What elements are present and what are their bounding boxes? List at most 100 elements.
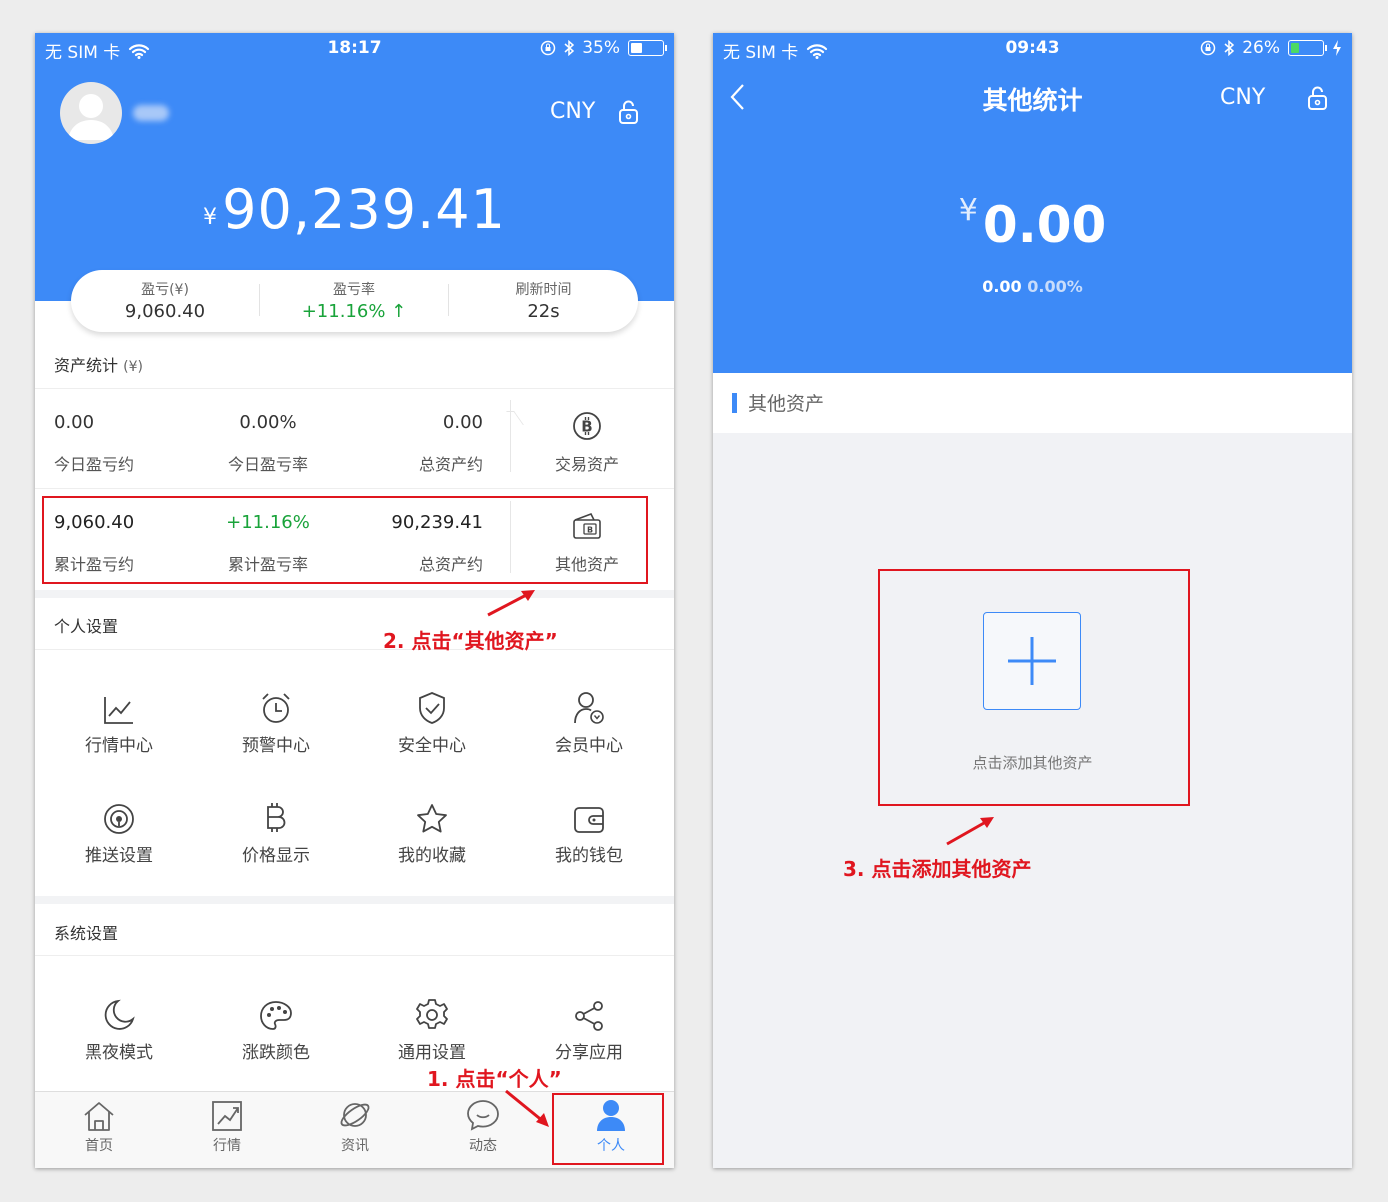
change-row: 0.00 0.00% bbox=[713, 277, 1352, 296]
security-center-button[interactable]: 安全中心 bbox=[372, 683, 492, 756]
grid-label: 会员中心 bbox=[555, 736, 623, 756]
grid-label: 我的钱包 bbox=[555, 846, 623, 866]
push-settings-button[interactable]: 推送设置 bbox=[59, 793, 179, 866]
today-pnl-value: 0.00 bbox=[54, 412, 95, 433]
annotation-step-2: 2. 点击“其他资产” bbox=[383, 629, 558, 653]
grid-label: 预警中心 bbox=[242, 736, 310, 756]
divider bbox=[35, 388, 674, 389]
unit-text: (¥) bbox=[123, 359, 143, 375]
chart-icon bbox=[163, 1092, 291, 1132]
avatar[interactable] bbox=[60, 82, 122, 144]
summary-refresh: 刷新时间 22s bbox=[449, 279, 638, 322]
status-bar: 无 SIM 卡 09:43 26% bbox=[713, 33, 1352, 65]
total-asset-value: 0.00 bbox=[442, 412, 483, 433]
total-assets: ¥ 90,239.41 bbox=[35, 178, 674, 241]
grid-label: 价格显示 bbox=[242, 846, 310, 866]
summary-rate: 盈亏率 +11.16% ↑ bbox=[260, 279, 448, 322]
currency-symbol: ¥ bbox=[203, 205, 218, 230]
status-bar: 无 SIM 卡 18:17 35% bbox=[35, 33, 674, 65]
arrow-up-icon: ↑ bbox=[391, 301, 407, 322]
alert-center-button[interactable]: 预警中心 bbox=[216, 683, 336, 756]
total-amount: 0.00 bbox=[982, 196, 1107, 254]
trade-assets-label: 交易资产 bbox=[554, 455, 619, 474]
moon-icon bbox=[59, 990, 179, 1032]
summary-pnl: 盈亏(¥) 9,060.40 bbox=[71, 279, 259, 322]
bitcoin-icon bbox=[216, 793, 336, 835]
price-display-button[interactable]: 价格显示 bbox=[216, 793, 336, 866]
tab-label: 资讯 bbox=[341, 1138, 369, 1154]
unlock-icon[interactable] bbox=[618, 99, 640, 125]
night-mode-button[interactable]: 黑夜模式 bbox=[59, 990, 179, 1063]
today-rate-value: 0.00% bbox=[239, 412, 297, 433]
member-center-button[interactable]: 会员中心 bbox=[529, 683, 649, 756]
highlight-add-asset bbox=[878, 569, 1190, 806]
tab-market[interactable]: 行情 bbox=[163, 1092, 291, 1155]
star-icon bbox=[372, 793, 492, 835]
annotation-step-3: 3. 点击添加其他资产 bbox=[843, 857, 1032, 881]
planet-icon bbox=[291, 1092, 419, 1132]
charging-icon bbox=[1332, 40, 1342, 56]
divider bbox=[35, 955, 674, 956]
profile-header bbox=[35, 33, 674, 301]
summary-label: 刷新时间 bbox=[515, 282, 572, 298]
home-icon bbox=[35, 1092, 163, 1132]
market-center-button[interactable]: 行情中心 bbox=[59, 683, 179, 756]
total-assets: ¥ 0.00 bbox=[713, 193, 1352, 254]
highlight-other-assets bbox=[42, 496, 648, 584]
tab-home[interactable]: 首页 bbox=[35, 1092, 163, 1155]
username-blurred bbox=[133, 105, 169, 121]
annotation-arrow-1 bbox=[503, 1088, 553, 1134]
broadcast-icon bbox=[59, 793, 179, 835]
summary-value: 9,060.40 bbox=[124, 301, 206, 322]
grid-label: 通用设置 bbox=[398, 1043, 466, 1063]
phone-left-screen: 无 SIM 卡 18:17 35% CNY ¥ 90,239.41 盈亏(¥) … bbox=[35, 33, 674, 1168]
member-user-icon bbox=[529, 683, 649, 725]
currency-selector[interactable]: CNY bbox=[550, 99, 595, 124]
battery-icon bbox=[628, 40, 667, 56]
tab-label: 动态 bbox=[469, 1138, 497, 1154]
tab-label: 行情 bbox=[213, 1138, 241, 1154]
battery-icon bbox=[1288, 40, 1327, 56]
highlight-personal-tab bbox=[552, 1093, 664, 1165]
section-gap bbox=[35, 590, 674, 598]
palette-icon bbox=[216, 990, 336, 1032]
currency-symbol: ¥ bbox=[958, 193, 978, 228]
favorites-button[interactable]: 我的收藏 bbox=[372, 793, 492, 866]
today-rate-label: 今日盈亏率 bbox=[227, 455, 308, 474]
accent-bar bbox=[732, 393, 737, 413]
gear-icon bbox=[372, 990, 492, 1032]
currency-selector[interactable]: CNY bbox=[1220, 85, 1265, 110]
annotation-arrow-2 bbox=[486, 588, 538, 622]
change-value: 0.00 bbox=[982, 277, 1022, 296]
unlock-icon[interactable] bbox=[1307, 85, 1329, 111]
color-scheme-button[interactable]: 涨跌颜色 bbox=[216, 990, 336, 1063]
total-asset-label: 总资产约 bbox=[418, 455, 483, 474]
orientation-lock-icon bbox=[540, 40, 556, 56]
summary-label: 盈亏(¥) bbox=[141, 282, 189, 298]
svg-text:B: B bbox=[581, 418, 592, 436]
section-title: 其他资产 bbox=[748, 393, 825, 415]
bitcoin-circle-icon: B bbox=[527, 411, 647, 445]
grid-label: 行情中心 bbox=[85, 736, 153, 756]
general-settings-button[interactable]: 通用设置 bbox=[372, 990, 492, 1063]
divider bbox=[35, 488, 674, 489]
personal-settings-title: 个人设置 bbox=[54, 617, 119, 636]
tab-news[interactable]: 资讯 bbox=[291, 1092, 419, 1155]
battery-percent: 26% bbox=[1242, 38, 1280, 58]
share-app-button[interactable]: 分享应用 bbox=[529, 990, 649, 1063]
total-amount: 90,239.41 bbox=[222, 178, 506, 241]
orientation-lock-icon bbox=[1200, 40, 1216, 56]
my-wallet-button[interactable]: 我的钱包 bbox=[529, 793, 649, 866]
section-header: 其他资产 bbox=[713, 373, 1352, 433]
bluetooth-icon bbox=[564, 40, 575, 56]
trade-assets-button[interactable]: B 交易资产 bbox=[527, 411, 647, 475]
grid-label: 涨跌颜色 bbox=[242, 1043, 310, 1063]
divider bbox=[35, 649, 674, 650]
change-percent: 0.00% bbox=[1027, 277, 1083, 296]
grid-label: 推送设置 bbox=[85, 846, 153, 866]
share-icon bbox=[529, 990, 649, 1032]
summary-label: 盈亏率 bbox=[333, 282, 375, 298]
annotation-arrow-3 bbox=[945, 815, 997, 851]
summary-card: 盈亏(¥) 9,060.40 盈亏率 +11.16% ↑ 刷新时间 22s bbox=[71, 270, 638, 332]
grid-label: 我的收藏 bbox=[398, 846, 466, 866]
